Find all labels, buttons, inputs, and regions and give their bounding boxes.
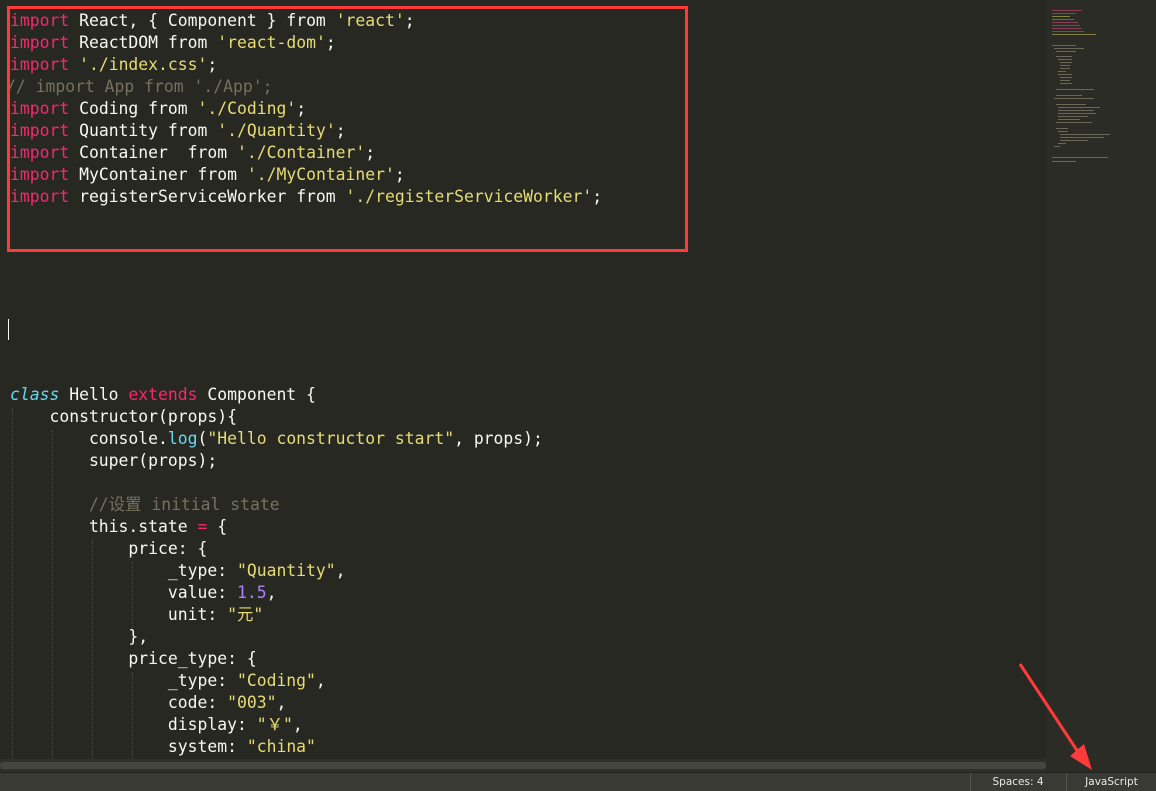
annotation-highlight-box: [7, 6, 688, 252]
code-line-15: this.state = {: [10, 517, 228, 536]
indentation-setting[interactable]: Spaces: 4: [971, 773, 1065, 791]
horizontal-scrollbar[interactable]: [0, 759, 1046, 772]
code-editor[interactable]: import React, { Component } from 'react'…: [0, 0, 1046, 772]
code-line-23: code: "003",: [10, 693, 287, 712]
code-line-11: constructor(props){: [10, 407, 237, 426]
code-line-19: unit: "元": [10, 605, 264, 624]
code-line-16: price: {: [10, 539, 208, 558]
syntax-selector[interactable]: JavaScript: [1067, 773, 1156, 791]
code-line-12: console.log("Hello constructor start", p…: [10, 429, 543, 448]
code-line-24: display: "￥",: [10, 715, 303, 734]
status-bar: Spaces: 4 JavaScript: [0, 772, 1156, 791]
code-line-20: },: [10, 627, 149, 646]
code-line-14: //设置 initial state: [10, 495, 280, 514]
code-line-17: _type: "Quantity",: [10, 561, 346, 580]
code-line-13: super(props);: [10, 451, 218, 470]
code-line-10: class Hello extends Component {: [10, 385, 316, 404]
code-line-21: price_type: {: [10, 649, 257, 668]
annotation-arrow-icon: [1018, 663, 1092, 770]
scrollbar-thumb[interactable]: [0, 762, 1046, 769]
code-line-18: value: 1.5,: [10, 583, 277, 602]
minimap[interactable]: [1046, 0, 1156, 772]
code-line-25: system: "china": [10, 737, 316, 756]
code-line-22: _type: "Coding",: [10, 671, 326, 690]
text-cursor: [8, 319, 9, 340]
